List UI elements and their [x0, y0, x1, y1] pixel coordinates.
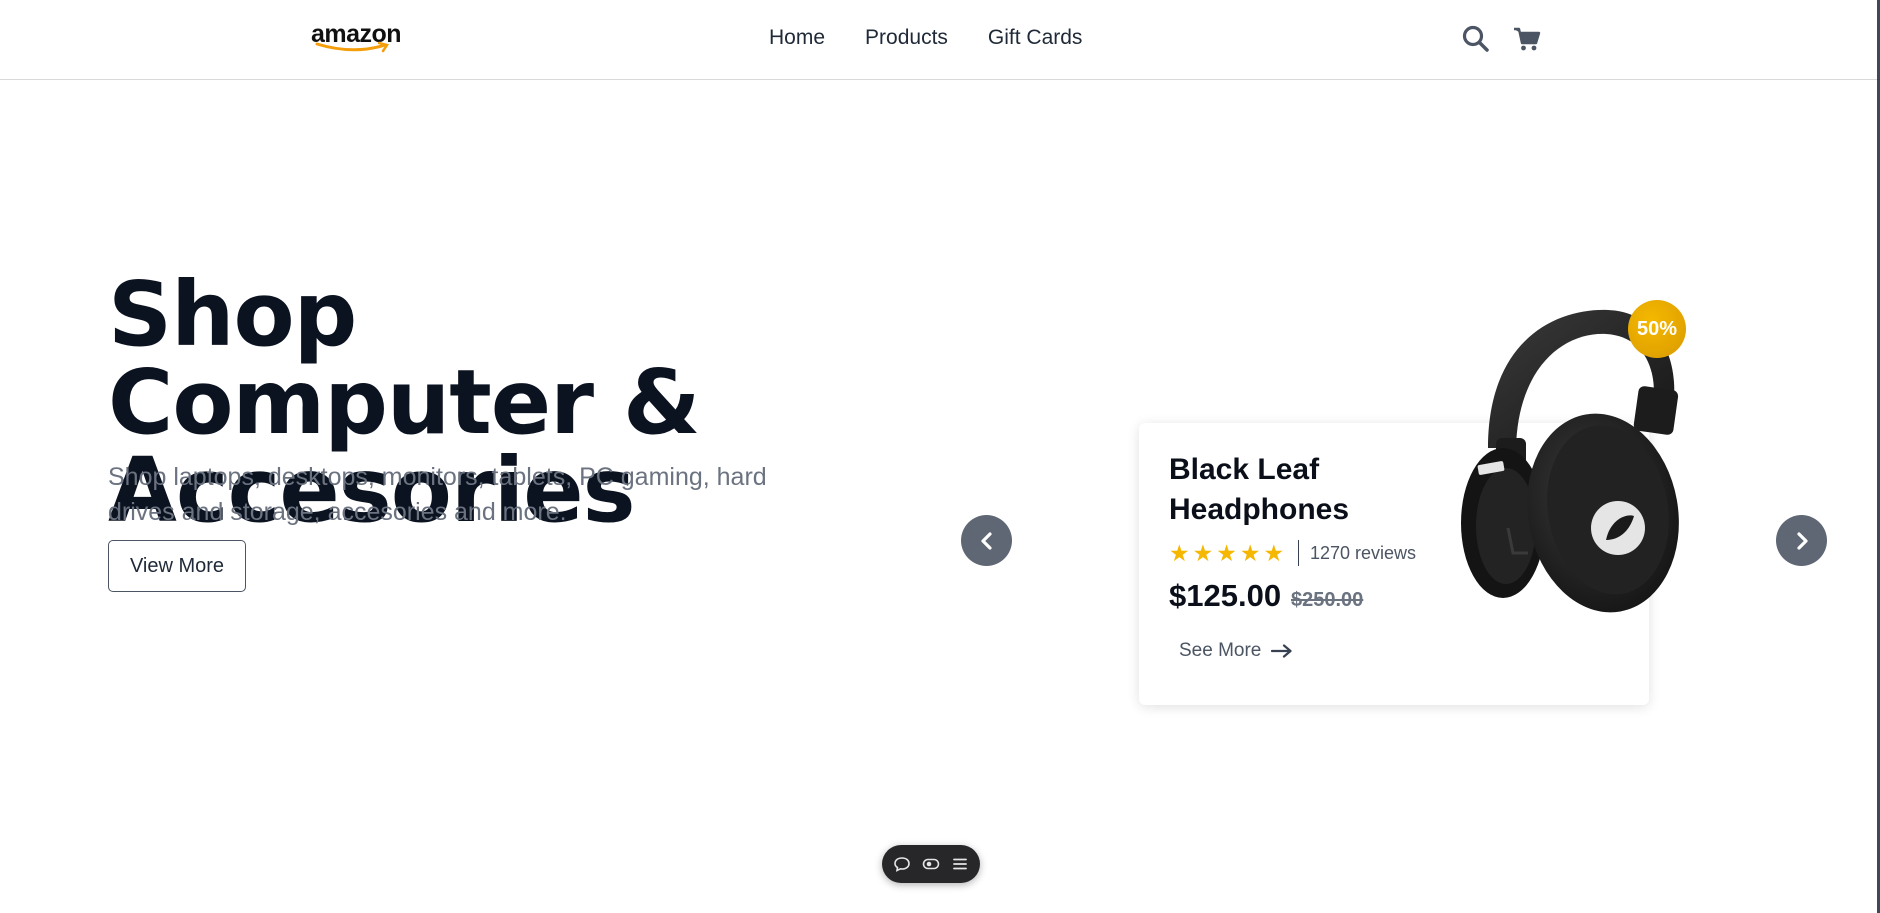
chevron-left-icon — [980, 531, 992, 550]
star-icon: ★ — [1192, 540, 1214, 566]
product-name: Black Leaf Headphones — [1169, 453, 1350, 526]
amazon-logo[interactable]: amazon — [311, 20, 402, 54]
search-icon[interactable] — [1461, 24, 1491, 54]
toggle-icon[interactable] — [922, 855, 940, 873]
nav-products[interactable]: Products — [865, 26, 948, 50]
product-price: $125.00 — [1169, 578, 1282, 613]
menu-icon[interactable] — [951, 855, 969, 873]
carousel-prev-button[interactable] — [961, 515, 1012, 566]
chevron-right-icon — [1796, 531, 1808, 550]
view-more-button[interactable]: View More — [108, 540, 246, 592]
rating-stars: ★ ★ ★ ★ ★ — [1169, 542, 1284, 565]
floating-toolbar — [882, 845, 980, 883]
carousel-next-button[interactable] — [1776, 515, 1827, 566]
star-icon: ★ — [1239, 540, 1261, 566]
product-old-price: $250.00 — [1291, 589, 1364, 611]
discount-badge: 50% — [1628, 300, 1686, 358]
star-icon: ★ — [1263, 540, 1285, 566]
comment-icon[interactable] — [893, 855, 911, 873]
review-count: 1270 reviews — [1310, 543, 1417, 563]
star-icon: ★ — [1216, 540, 1237, 566]
nav-gift-cards[interactable]: Gift Cards — [988, 26, 1083, 50]
rating-divider — [1298, 540, 1299, 566]
arrow-right-icon — [1271, 644, 1292, 658]
star-icon: ★ — [1169, 540, 1190, 566]
see-more-link[interactable]: See More — [1179, 640, 1293, 662]
site-header: amazon Home Products Gift Cards — [0, 0, 1880, 80]
cart-icon[interactable] — [1512, 24, 1542, 54]
see-more-label: See More — [1179, 640, 1262, 661]
logo-smile-icon — [315, 41, 390, 53]
main-nav: Home Products Gift Cards — [769, 26, 1082, 50]
hero-subtitle: Shop laptops, desktops, monitors, tablet… — [108, 463, 767, 526]
nav-home[interactable]: Home — [769, 26, 825, 50]
